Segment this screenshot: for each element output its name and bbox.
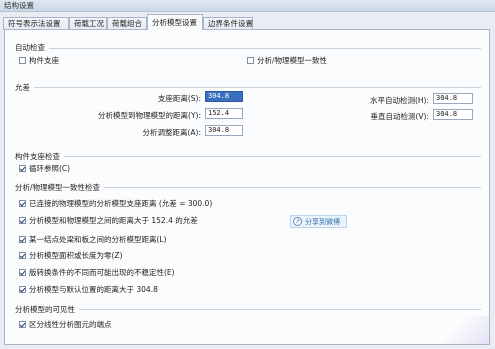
consistency-item-4-label: 分析模型面积或长度为零(Z): [29, 251, 123, 260]
consistency-item-3-check-box[interactable]: [19, 236, 26, 243]
member-support-check-title: 构件支座检查: [15, 151, 64, 162]
consistency-item-6-check-box[interactable]: [19, 286, 26, 293]
distinguish-endpoints-label: 区分线性分析图元的端点: [29, 320, 112, 329]
support-distance-field[interactable]: 304.8: [205, 91, 243, 102]
vertical-auto-field[interactable]: 304.8: [433, 109, 473, 120]
member-support-label: 构件支座: [29, 56, 59, 65]
consistency-check-title: 分析/物理模型一致性检查: [15, 182, 105, 193]
consistency-label: 分析/物理模型一致性: [257, 56, 328, 65]
consistency-item-2-check-box[interactable]: [19, 217, 26, 224]
corner-decoration: [429, 316, 489, 344]
analytical-to-physical-field[interactable]: 152.4: [205, 108, 243, 119]
consistency-item-6-label: 分析模型与默认位置的距离大于 304.8: [29, 285, 158, 294]
consistency-item-3-label: 某一结点处梁和板之间的分析模型距离(L): [29, 235, 167, 244]
tab-analytical-model-settings[interactable]: 分析模型设置: [147, 14, 203, 30]
analytical-to-physical-label: 分析模型到物理模型的距离(Y):: [98, 111, 201, 120]
consistency-item-4-check-box[interactable]: [19, 252, 26, 259]
share-to-weibo-label: 分享到微博: [305, 217, 340, 226]
analytical-adjust-field[interactable]: 304.8: [205, 125, 243, 136]
support-distance-label: 支座距离(S):: [157, 94, 201, 103]
share-icon: ↗: [293, 217, 302, 226]
member-support-checkbox[interactable]: 构件支座: [19, 55, 59, 66]
auto-check-title: 自动检查: [15, 42, 49, 53]
circular-reference-label: 循环参照(C): [29, 164, 71, 173]
consistency-item-2-label: 分析模型和物理模型之间的距离大于 152.4 的允差: [29, 216, 198, 225]
consistency-item-5[interactable]: 版转换条件的不同而可能出现的不稳定性(E): [19, 267, 175, 278]
auto-check-divider: [15, 48, 481, 49]
horizontal-auto-label: 水平自动检测(H):: [369, 96, 429, 105]
settings-panel: 自动检查 构件支座 分析/物理模型一致性 允差 支座距离(S): 304.8 分…: [4, 29, 490, 345]
consistency-item-4[interactable]: 分析模型面积或长度为零(Z): [19, 250, 123, 261]
visibility-title: 分析模型的可见性: [15, 304, 79, 315]
member-support-check-divider: [15, 156, 481, 157]
vertical-auto-label: 垂直自动检测(V):: [370, 112, 429, 121]
consistency-item-1[interactable]: 已连接的物理模型的分析模型支座距离 (允差 = 300.0): [19, 198, 212, 209]
horizontal-auto-field[interactable]: 304.8: [433, 93, 473, 104]
consistency-item-3[interactable]: 某一结点处梁和板之间的分析模型距离(L): [19, 234, 167, 245]
tolerance-divider: [15, 87, 481, 88]
distinguish-endpoints-checkbox[interactable]: 区分线性分析图元的端点: [19, 319, 112, 330]
consistency-item-1-label: 已连接的物理模型的分析模型支座距离 (允差 = 300.0): [29, 199, 213, 208]
consistency-check-box[interactable]: [247, 57, 254, 64]
circular-reference-checkbox[interactable]: 循环参照(C): [19, 163, 70, 174]
consistency-item-5-label: 版转换条件的不同而可能出现的不稳定性(E): [29, 268, 175, 277]
consistency-checkbox[interactable]: 分析/物理模型一致性: [247, 55, 327, 66]
consistency-item-2[interactable]: 分析模型和物理模型之间的距离大于 152.4 的允差: [19, 215, 198, 226]
consistency-item-5-check-box[interactable]: [19, 269, 26, 276]
visibility-divider: [15, 309, 481, 310]
consistency-item-1-check-box[interactable]: [19, 200, 26, 207]
analytical-adjust-label: 分析调整距离(A):: [142, 128, 201, 137]
consistency-item-6[interactable]: 分析模型与默认位置的距离大于 304.8: [19, 284, 158, 295]
member-support-check-box[interactable]: [19, 57, 26, 64]
window-title: 结构设置: [0, 0, 495, 12]
share-to-weibo-button[interactable]: ↗ 分享到微博: [290, 215, 347, 228]
tolerance-title: 允差: [15, 82, 34, 93]
circular-reference-check-box[interactable]: [19, 165, 26, 172]
distinguish-endpoints-check-box[interactable]: [19, 321, 26, 328]
